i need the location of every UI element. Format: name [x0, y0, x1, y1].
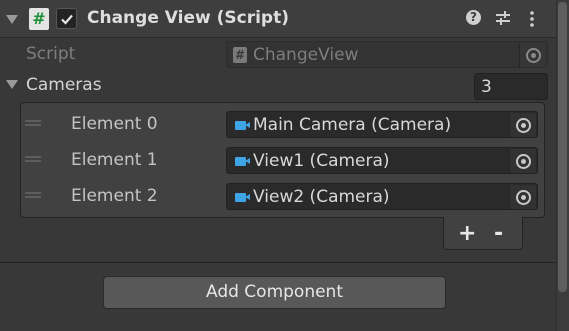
- enabled-checkbox[interactable]: [56, 8, 77, 29]
- element-value: View1 (Camera): [253, 151, 390, 171]
- element-label: Element 0: [71, 114, 158, 134]
- element-label: Element 2: [71, 186, 158, 206]
- foldout-icon[interactable]: [6, 15, 18, 24]
- object-picker-icon[interactable]: [509, 149, 536, 173]
- cameras-size-value: 3: [481, 77, 492, 97]
- cameras-size-field[interactable]: 3: [474, 73, 548, 100]
- object-picker-icon[interactable]: [509, 185, 536, 209]
- element-value: View2 (Camera): [253, 187, 390, 207]
- drag-handle-icon[interactable]: [25, 120, 41, 126]
- script-field-value: ChangeView: [253, 45, 359, 65]
- cameras-foldout-icon[interactable]: [6, 80, 18, 89]
- object-picker-icon[interactable]: [519, 43, 546, 67]
- element-1-field[interactable]: View1 (Camera): [226, 147, 538, 174]
- element-2-field[interactable]: View2 (Camera): [226, 183, 538, 210]
- divider: [0, 262, 556, 263]
- component-title: Change View (Script): [87, 8, 289, 28]
- help-icon[interactable]: ?: [466, 10, 481, 25]
- camera-icon: [235, 157, 250, 166]
- add-element-button[interactable]: +: [458, 221, 476, 246]
- script-icon: #: [29, 8, 49, 30]
- script-field[interactable]: # ChangeView: [226, 41, 548, 68]
- object-picker-icon[interactable]: [509, 113, 536, 137]
- camera-icon: [235, 193, 250, 202]
- more-icon[interactable]: [528, 10, 536, 28]
- script-file-icon: #: [233, 47, 247, 63]
- presets-icon[interactable]: [494, 9, 512, 27]
- script-label: Script: [26, 44, 76, 64]
- element-value: Main Camera (Camera): [253, 115, 452, 135]
- add-component-button[interactable]: Add Component: [103, 276, 446, 309]
- camera-icon: [235, 121, 250, 130]
- element-label: Element 1: [71, 150, 158, 170]
- drag-handle-icon[interactable]: [25, 192, 41, 198]
- element-0-field[interactable]: Main Camera (Camera): [226, 111, 538, 138]
- drag-handle-icon[interactable]: [25, 156, 41, 162]
- scrollbar-thumb[interactable]: [558, 2, 567, 292]
- remove-element-button[interactable]: -: [494, 221, 503, 246]
- cameras-label: Cameras: [26, 75, 102, 95]
- list-footer: + -: [443, 217, 523, 250]
